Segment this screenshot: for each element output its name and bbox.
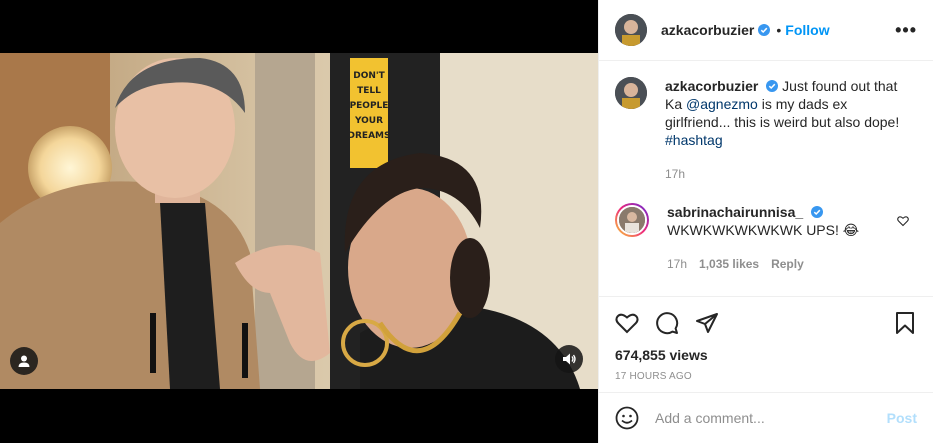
more-icon[interactable]: ••• [895,20,917,41]
caption-author[interactable]: azkacorbuzier [665,78,758,94]
svg-text:DON'T: DON'T [353,71,385,81]
caption-avatar[interactable] [615,77,647,109]
comment-time[interactable]: 17h [667,255,687,273]
heart-icon[interactable] [615,311,639,335]
separator-dot: • [776,22,782,38]
emoji-icon[interactable] [615,406,639,430]
bookmark-icon[interactable] [893,311,917,335]
comment-meta: 17h 1,035 likes Reply [667,255,887,273]
hashtag-link[interactable]: #hashtag [665,132,723,148]
commenter-avatar[interactable] [615,203,649,237]
heart-icon[interactable] [897,215,909,227]
comment-likes[interactable]: 1,035 likes [699,255,759,273]
svg-text:TELL: TELL [357,86,381,96]
svg-text:YOUR: YOUR [354,116,383,126]
svg-text:DREAMS: DREAMS [348,131,391,141]
caption-text: azkacorbuzier Just found out that Ka @ag… [665,77,905,149]
comment-item: sabrinachairunnisa_ WKWKWKWKWKWK UPS! 😂 … [615,203,917,273]
sound-toggle-button[interactable] [555,345,583,373]
post-sidebar: azkacorbuzier • Follow ••• azkacorbuzier… [598,0,933,443]
user-tag-icon [18,355,30,367]
caption-meta: 17h [665,165,905,183]
comment-text: WKWKWKWKWKWK UPS! 😂 [667,222,860,238]
mention-link[interactable]: @agnezmo [686,96,758,112]
post-modal: DON'T TELL PEOPLE YOUR DREAMS azkacorbuz… [0,0,933,443]
caption: azkacorbuzier Just found out that Ka @ag… [615,77,917,183]
user-tag-button[interactable] [10,347,38,375]
caption-time[interactable]: 17h [665,165,685,183]
sound-icon [563,353,576,365]
share-icon[interactable] [695,311,719,335]
commenter-username[interactable]: sabrinachairunnisa_ [667,204,803,220]
reply-button[interactable]: Reply [771,255,804,273]
post-timestamp[interactable]: 17 HOURS AGO [615,371,917,382]
comment-input[interactable] [655,410,875,426]
author-username[interactable]: azkacorbuzier [661,22,754,38]
post-header: azkacorbuzier • Follow ••• [599,0,933,61]
post-video[interactable]: DON'T TELL PEOPLE YOUR DREAMS [0,53,598,389]
svg-text:PEOPLE: PEOPLE [350,101,389,111]
comment-icon[interactable] [655,311,679,335]
post-comment-button[interactable]: Post [887,410,917,426]
verified-icon [758,24,771,36]
media-area: DON'T TELL PEOPLE YOUR DREAMS [0,0,598,443]
follow-button[interactable]: Follow [785,22,829,38]
comment-composer: Post [599,392,933,443]
verified-icon [811,206,824,218]
comments-list: azkacorbuzier Just found out that Ka @ag… [599,61,933,296]
author-avatar[interactable] [615,14,647,46]
verified-icon [766,80,779,92]
post-actions: 674,855 views 17 HOURS AGO [599,296,933,382]
view-count[interactable]: 674,855 views [615,347,917,363]
